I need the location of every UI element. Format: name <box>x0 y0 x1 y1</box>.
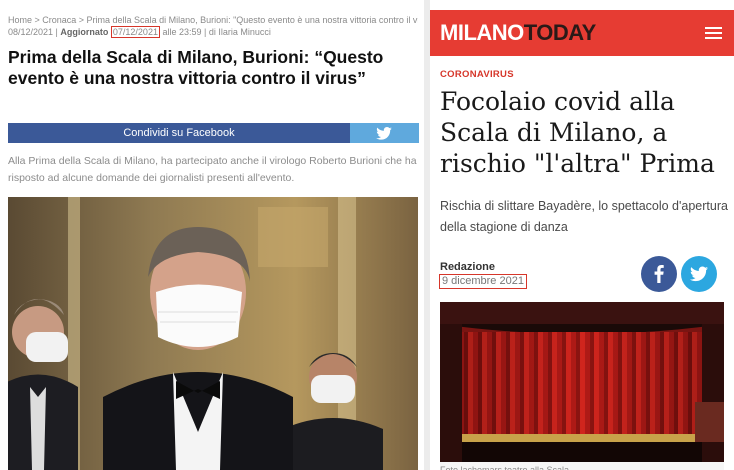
theater-photo <box>440 302 724 462</box>
article-meta: 08/12/2021 | Aggiornato 07/12/2021 alle … <box>8 25 271 39</box>
site-logo[interactable]: MILANOTODAY <box>440 21 596 45</box>
article-lead: Alla Prima della Scala di Milano, ha par… <box>8 155 417 184</box>
share-facebook-button[interactable]: Condividi su Facebook <box>8 123 350 143</box>
site-header: MILANOTODAY <box>430 10 734 56</box>
updated-label: Aggiornato <box>60 27 109 37</box>
share-twitter-button[interactable] <box>350 123 419 143</box>
article-photo <box>8 197 418 470</box>
right-article: MILANOTODAY CORONAVIRUS Focolaio covid a… <box>430 0 734 470</box>
left-article: Home > Cronaca > Prima della Scala di Mi… <box>0 0 424 470</box>
photo-caption: Foto lachemars teatro alla Scala <box>440 462 724 470</box>
article-author: Redazione <box>440 261 496 273</box>
facebook-share-button[interactable] <box>641 256 677 292</box>
article-date-highlight: 9 dicembre 2021 <box>439 274 527 289</box>
article-title: Focolaio covid alla Scala di Milano, a r… <box>440 87 715 178</box>
updated-time: alle 23:59 <box>162 27 202 37</box>
article-subtitle: Rischia di slittare Bayadère, lo spettac… <box>440 199 728 234</box>
share-bar: Condividi su Facebook <box>8 123 419 143</box>
article-author[interactable]: di Ilaria Minucci <box>209 27 271 37</box>
published-date: 08/12/2021 <box>8 27 54 37</box>
article-title: Prima della Scala di Milano, Burioni: “Q… <box>8 47 384 88</box>
logo-milano: MILANO <box>440 20 524 45</box>
category-label[interactable]: CORONAVIRUS <box>440 69 514 80</box>
twitter-icon <box>376 127 392 140</box>
menu-icon[interactable] <box>705 27 722 39</box>
meta-separator-2: | <box>201 27 209 37</box>
logo-today: TODAY <box>523 20 597 45</box>
twitter-icon <box>690 266 708 282</box>
facebook-icon <box>654 265 664 283</box>
updated-date-highlight: 07/12/2021 <box>110 26 160 38</box>
twitter-share-button[interactable] <box>681 256 717 292</box>
